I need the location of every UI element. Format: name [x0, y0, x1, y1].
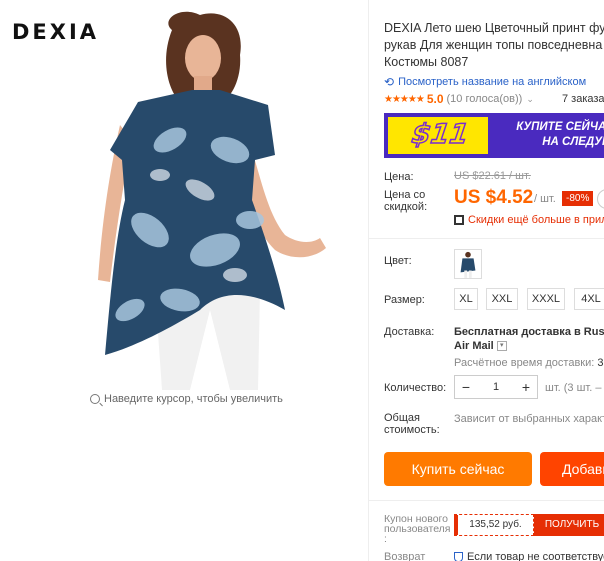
product-title-line: рукав Для женщин топы повседневна: [384, 38, 603, 52]
shipping-method-line-2: Air Mail ▾: [454, 339, 604, 353]
color-option-thumbnail[interactable]: [454, 249, 482, 279]
translate-title-link[interactable]: ⟲ Посмотреть название на английском: [384, 75, 586, 89]
quantity-decrement-button[interactable]: −: [455, 379, 477, 395]
banner-cta-line: НА СЛЕДУЮ: [542, 136, 604, 148]
add-to-cart-button[interactable]: Добавить: [540, 452, 604, 486]
quantity-note: шт. (3 шт. – м: [545, 382, 604, 394]
shipping-label: Доставка:: [384, 326, 435, 338]
quantity-label: Количество:: [384, 382, 447, 394]
delivery-time-label: Расчётное время доставки:: [454, 357, 595, 369]
product-title-line: DEXIA Лето шею Цветочный принт фу: [384, 21, 604, 35]
quantity-input[interactable]: 1: [485, 381, 507, 393]
divider: [369, 500, 604, 501]
votes-link[interactable]: (10 голоса(ов)): [447, 93, 523, 105]
product-title: DEXIA Лето шею Цветочный принт фу рукав …: [384, 20, 604, 71]
shipping-method-line: Бесплатная доставка в Russian: [454, 326, 604, 338]
coupon-label-line: :: [384, 533, 387, 545]
chevron-down-icon[interactable]: ▾: [496, 341, 507, 352]
qr-code-icon: [454, 215, 464, 225]
orders-count: 7 заказа(: [562, 93, 604, 105]
total-value: Зависит от выбранных характер: [454, 413, 604, 425]
product-title-line: Костюмы 8087: [384, 55, 469, 69]
zoom-hint-text: Наведите курсор, чтобы увеличить: [104, 393, 283, 405]
rating-row: ★★★★★ 5.0 (10 голоса(ов)) ⌄ 7 заказа(: [384, 92, 604, 106]
translate-link-text: Посмотреть название на английском: [398, 76, 587, 88]
shipping-method-carrier: Air Mail: [454, 340, 494, 352]
rating-value: 5.0: [426, 92, 444, 106]
quantity-stepper: − 1 +: [454, 375, 538, 399]
translate-icon: ⟲: [384, 75, 395, 89]
coupon-label: Купон нового пользователя :: [384, 514, 451, 545]
total-label-line: стоимость:: [384, 424, 440, 436]
total-label: Общая стоимость:: [384, 412, 440, 436]
delivery-time: Расчётное время доставки: 38: [454, 357, 604, 369]
returns-policy[interactable]: Если товар не соответствует: [454, 551, 604, 561]
banner-amount: $11: [409, 118, 471, 151]
price-label: Цена:: [384, 171, 414, 183]
divider: [369, 238, 604, 239]
buy-now-button[interactable]: Купить сейчас: [384, 452, 532, 486]
app-deal-link[interactable]: Скидки ещё больше в прило: [454, 214, 604, 226]
returns-label: Возврат: [384, 551, 426, 561]
product-gallery: DEXIA Наведите курсор, чтобы увеличить: [0, 0, 368, 561]
price-unit: / шт.: [534, 193, 556, 205]
rating-stars-icon: ★★★★★: [384, 93, 425, 105]
chevron-down-icon[interactable]: ⌄: [526, 94, 534, 105]
size-label: Размер:: [384, 294, 425, 306]
zoom-hint: Наведите курсор, чтобы увеличить: [90, 393, 283, 405]
banner-cta-line: КУПИТЕ СЕЙЧАС: [516, 121, 604, 133]
wishlist-icon[interactable]: [597, 189, 604, 209]
size-option[interactable]: XXL: [486, 288, 518, 310]
sale-price: US $4.52: [454, 187, 534, 208]
get-coupon-button[interactable]: ПОЛУЧИТЬ: [534, 514, 604, 536]
magnifier-icon: [90, 394, 100, 404]
quantity-increment-button[interactable]: +: [515, 379, 537, 395]
coupon-value: 135,52 руб.: [454, 514, 534, 536]
size-option[interactable]: 4XL: [574, 288, 604, 310]
old-price: US $22.61 / шт.: [454, 170, 531, 182]
delivery-time-value: 38: [597, 357, 604, 369]
size-option[interactable]: XL: [454, 288, 478, 310]
returns-policy-text: Если товар не соответствует: [467, 551, 604, 561]
size-option[interactable]: XXXL: [527, 288, 565, 310]
color-label: Цвет:: [384, 255, 412, 267]
product-info-panel: DEXIA Лето шею Цветочный принт фу рукав …: [368, 0, 604, 561]
discount-price-label-line: Цена со: [384, 189, 426, 201]
promo-banner[interactable]: $11 КУПИТЕ СЕЙЧАС НА СЛЕДУЮ: [384, 113, 604, 158]
discount-price-label-line: скидкой:: [384, 201, 428, 213]
coupon-label-line: пользователя: [384, 523, 451, 535]
product-main-image[interactable]: [80, 10, 340, 390]
discount-price-label: Цена со скидкой:: [384, 189, 427, 213]
app-deal-text: Скидки ещё больше в прило: [468, 214, 604, 226]
total-label-line: Общая: [384, 412, 420, 424]
banner-cta: КУПИТЕ СЕЙЧАС НА СЛЕДУЮ: [494, 120, 604, 150]
discount-badge: -80%: [562, 191, 594, 206]
shipping-method[interactable]: Бесплатная доставка в Russian Air Mail ▾: [454, 325, 604, 353]
shield-icon: [454, 552, 463, 561]
